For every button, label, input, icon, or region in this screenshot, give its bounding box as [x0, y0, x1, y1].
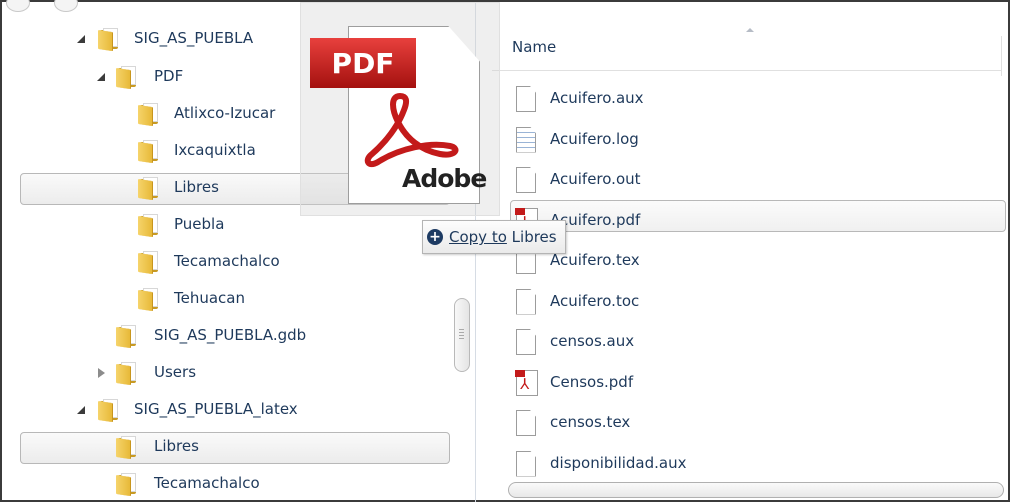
nav-forward-stub[interactable]	[54, 0, 78, 12]
file-row[interactable]: disponibilidad.aux	[516, 449, 996, 479]
file-row[interactable]: ⅄Acuifero.pdf	[515, 206, 996, 236]
sort-arrow-icon	[746, 28, 754, 32]
folder-icon	[116, 473, 140, 496]
blank-file-icon	[516, 450, 536, 477]
acrobat-logo-icon	[364, 93, 459, 168]
tree-item-label[interactable]: SIG_AS_PUEBLA	[134, 29, 253, 47]
folder-icon	[138, 177, 162, 200]
file-name: censos.tex	[550, 413, 631, 431]
blank-file-icon	[516, 288, 536, 315]
tree-item-label[interactable]: Atlixco-Izucar	[174, 104, 275, 122]
folder-icon	[116, 362, 140, 385]
adobe-brand-text: Adobe	[402, 164, 487, 193]
file-row[interactable]: ⅄ Censos.pdf	[515, 368, 996, 398]
nav-back-stub[interactable]	[6, 0, 30, 12]
tree-item-label[interactable]: Libres	[174, 178, 219, 196]
collapse-arrow-icon[interactable]	[96, 72, 106, 82]
collapse-arrow-icon[interactable]	[76, 405, 86, 415]
column-divider[interactable]	[1001, 36, 1002, 76]
folder-icon	[116, 436, 140, 459]
file-row[interactable]: censos.aux	[516, 327, 996, 357]
folder-icon	[98, 28, 122, 51]
horizontal-scrollbar[interactable]	[508, 482, 1004, 498]
explorer-window: SIG_AS_PUEBLA PDF Atlixco-Izucar Ixcaquixtl…	[0, 0, 1010, 502]
tooltip-action: Copy to	[449, 228, 507, 246]
blank-file-icon	[516, 86, 536, 112]
folder-icon	[138, 140, 162, 163]
file-row[interactable]: Acuifero.toc	[516, 287, 996, 317]
file-list-pane: Name Acuifero.aux Acuifero.log Acuifero.ou…	[492, 2, 1010, 502]
pdf-file-icon: ⅄	[515, 369, 538, 396]
tree-item-label[interactable]: Users	[154, 363, 196, 381]
blank-file-icon	[516, 410, 536, 436]
collapse-arrow-icon[interactable]	[76, 34, 86, 44]
expand-arrow-icon[interactable]	[96, 368, 106, 378]
folder-icon	[138, 288, 162, 311]
tree-item-label[interactable]: Tecamachalco	[174, 252, 280, 270]
folder-icon	[116, 66, 140, 89]
tree-item-label[interactable]: PDF	[154, 67, 183, 85]
drag-tooltip: + Copy to Libres	[422, 220, 566, 254]
file-name: Acuifero.toc	[550, 291, 640, 310]
folder-icon	[138, 214, 162, 237]
plus-icon: +	[427, 229, 443, 245]
pdf-tag: PDF	[310, 38, 416, 88]
blank-file-icon	[516, 329, 536, 355]
text-file-icon	[516, 126, 536, 153]
folder-icon	[138, 251, 162, 274]
file-row[interactable]: Acuifero.log	[516, 125, 996, 155]
folder-icon	[116, 325, 140, 348]
dragged-pdf-icon: PDF Adobe	[310, 26, 487, 204]
tooltip-target: Libres	[511, 228, 557, 246]
tree-scrollbar-thumb[interactable]	[454, 298, 470, 372]
tree-item-label[interactable]: Tecamachalco	[154, 474, 260, 492]
file-name: Acuifero.out	[550, 170, 641, 188]
blank-file-icon	[516, 167, 536, 193]
tree-selection-highlight	[20, 432, 450, 464]
file-row[interactable]: Acuifero.out	[516, 165, 996, 195]
tree-item-label[interactable]: Tehuacan	[174, 289, 245, 307]
folder-icon	[138, 103, 162, 126]
file-name: Acuifero.aux	[550, 89, 644, 107]
tree-item-label[interactable]: Libres	[154, 437, 199, 455]
file-row[interactable]: Acuifero.tex	[516, 246, 996, 276]
file-name: censos.aux	[550, 332, 635, 350]
tree-item-label[interactable]: Ixcaquixtla	[174, 141, 256, 159]
file-row[interactable]: censos.tex	[516, 408, 996, 438]
file-name: disponibilidad.aux	[550, 453, 687, 472]
name-column-label: Name	[512, 38, 557, 56]
tree-item-label[interactable]: SIG_AS_PUEBLA_latex	[134, 400, 298, 418]
file-name: Acuifero.log	[550, 129, 639, 148]
file-row[interactable]: Acuifero.aux	[516, 84, 996, 114]
folder-icon	[98, 399, 122, 422]
column-header[interactable]: Name	[492, 18, 1002, 76]
file-name: Censos.pdf	[550, 372, 634, 391]
tree-item-label[interactable]: Puebla	[174, 215, 224, 233]
tree-item-label[interactable]: SIG_AS_PUEBLA.gdb	[154, 326, 306, 344]
